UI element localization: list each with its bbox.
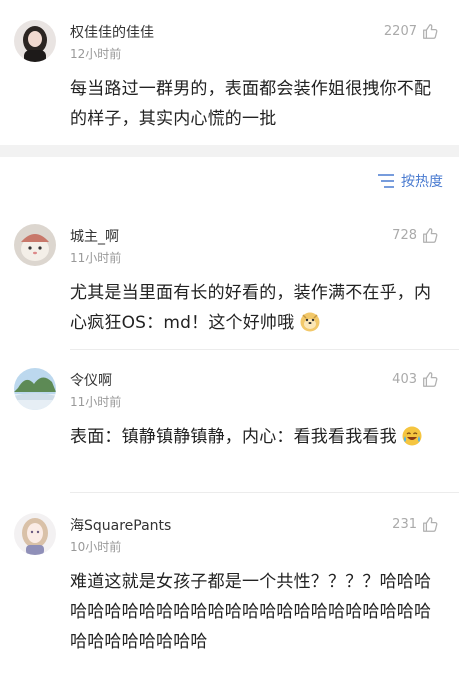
- like-count: 231: [392, 516, 417, 532]
- comment-text: 难道这就是女孩子都是一个共性？？？？哈哈哈哈哈哈哈哈哈哈哈哈哈哈哈哈哈哈哈哈哈哈…: [70, 572, 432, 652]
- doge-emoji-icon: [300, 312, 320, 332]
- username[interactable]: 权佳佳的佳佳: [70, 22, 154, 42]
- sort-by-hot-button[interactable]: 按热度: [377, 171, 443, 191]
- like-button[interactable]: 728: [392, 226, 439, 244]
- section-gap: [0, 145, 459, 157]
- comment-item: 海SquarePants 10小时前 231 难道这就是女孩子都是一个共性？？？…: [0, 493, 459, 688]
- like-count: 403: [392, 371, 417, 387]
- avatar-image: [14, 368, 56, 410]
- timestamp: 11小时前: [70, 395, 122, 409]
- sort-lines-icon: [378, 174, 394, 188]
- comment-text: 表面：镇静镇静镇静，内心：看我看我看我: [70, 422, 445, 452]
- username[interactable]: 城主_啊: [70, 226, 119, 246]
- comment-text: 每当路过一群男的，表面都会装作姐很拽你不配的样子，其实内心慌的一批: [70, 79, 432, 129]
- like-count: 2207: [383, 23, 417, 39]
- comment-text: 尤其是当里面有长的好看的，装作满不在乎，内心疯狂OS：md！这个好帅哦: [70, 278, 445, 338]
- avatar[interactable]: [14, 224, 56, 266]
- avatar[interactable]: [14, 513, 56, 555]
- avatar[interactable]: [14, 20, 56, 62]
- username[interactable]: 令仪啊: [70, 370, 112, 390]
- comment-text-content: 表面：镇静镇静镇静，内心：看我看我看我: [70, 427, 397, 447]
- thumbs-up-icon: [423, 24, 438, 39]
- like-button[interactable]: 2207: [384, 22, 439, 40]
- like-button[interactable]: 231: [392, 515, 439, 533]
- comment-text-content: 尤其是当里面有长的好看的，装作满不在乎，内心疯狂OS：md！这个好帅哦: [70, 283, 432, 333]
- thumbs-up-icon: [423, 372, 438, 387]
- avatar-image: [14, 224, 56, 266]
- comment-item: 城主_啊 11小时前 728 尤其是当里面有长的好看的，装作满不在乎，内心疯狂O…: [0, 210, 459, 350]
- thumbs-up-icon: [423, 517, 438, 532]
- timestamp: 12小时前: [70, 47, 122, 61]
- timestamp: 10小时前: [70, 540, 122, 554]
- like-count: 728: [392, 227, 417, 243]
- like-button[interactable]: 403: [392, 370, 439, 388]
- sort-label: 按热度: [401, 174, 443, 190]
- avatar-image: [14, 513, 56, 555]
- avatar-image: [14, 20, 56, 62]
- timestamp: 11小时前: [70, 251, 122, 265]
- username[interactable]: 海SquarePants: [70, 515, 171, 535]
- comment-item: 令仪啊 11小时前 403 表面：镇静镇静镇静，内心：看我看我看我: [0, 350, 459, 493]
- avatar[interactable]: [14, 368, 56, 410]
- top-comment: 权佳佳的佳佳 12小时前 2207 每当路过一群男的，表面都会装作姐很拽你不配的…: [0, 0, 459, 145]
- thumbs-up-icon: [423, 228, 438, 243]
- laugh-cry-emoji-icon: [402, 426, 422, 446]
